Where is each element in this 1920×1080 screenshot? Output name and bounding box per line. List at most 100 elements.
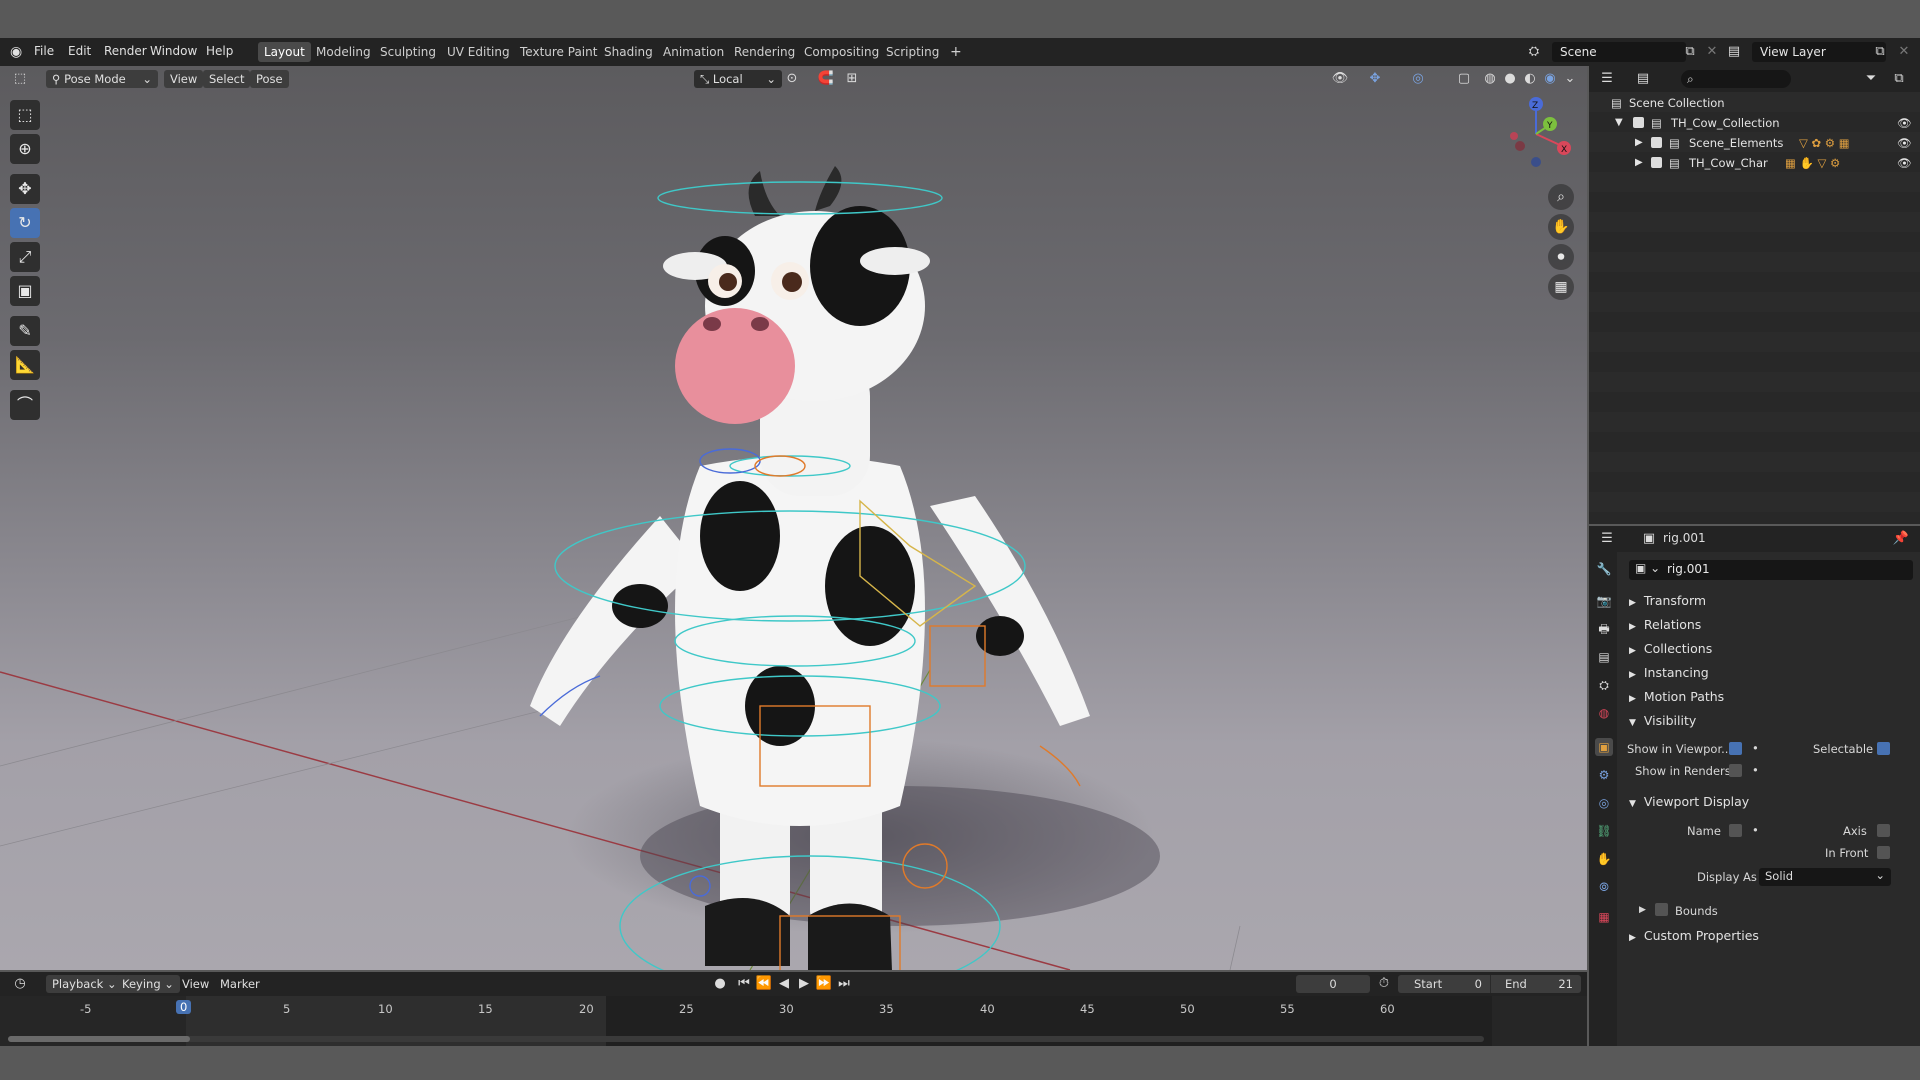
section-relations[interactable]: ▶ Relations [1629, 617, 1701, 632]
delete-scene-icon[interactable]: ✕ [1702, 42, 1722, 62]
gizmo-toggle-icon[interactable]: ✥ [1365, 69, 1385, 89]
keyframe-dot-icon[interactable]: • [1752, 763, 1759, 777]
keyframe-dot-icon[interactable]: • [1752, 823, 1759, 837]
blender-logo-icon[interactable]: ◉ [10, 44, 22, 60]
texture-tab-icon[interactable]: ▦ [1595, 908, 1613, 926]
eye-icon[interactable]: 👁 [1897, 133, 1912, 153]
section-custom-properties[interactable]: ▶ Custom Properties [1629, 928, 1759, 943]
tab-animation[interactable]: Animation [657, 42, 730, 62]
expand-right-icon[interactable]: ▶ [1635, 133, 1643, 153]
eye-icon[interactable]: 👁 [1897, 113, 1912, 133]
current-frame-indicator[interactable]: 0 [176, 1000, 192, 1014]
section-viewport-display[interactable]: ▼ Viewport Display [1629, 794, 1749, 809]
show-in-renders-checkbox[interactable] [1729, 764, 1742, 777]
relax-pose-tool-icon[interactable]: ⌒ [10, 390, 40, 420]
view-menu[interactable]: View [164, 70, 204, 88]
play-icon[interactable]: ▶ [794, 974, 814, 994]
delete-view-layer-icon[interactable]: ✕ [1894, 42, 1914, 62]
view-layer-tab-icon[interactable]: ▤ [1595, 648, 1613, 666]
add-workspace-button[interactable]: + [944, 42, 968, 62]
jump-keyframe-forward-icon[interactable]: ⏩ [814, 974, 834, 994]
timeline-view-menu[interactable]: View [176, 975, 215, 993]
bounds-checkbox[interactable] [1655, 903, 1668, 916]
start-frame-field[interactable]: Start 0 [1398, 975, 1490, 993]
pin-icon[interactable]: 📌 [1891, 529, 1911, 549]
expand-down-icon[interactable]: ▼ [1615, 113, 1623, 133]
tab-scripting[interactable]: Scripting [880, 42, 945, 62]
new-collection-icon[interactable]: ⧉ [1889, 69, 1909, 89]
move-tool-icon[interactable]: ✥ [10, 174, 40, 204]
overlay-toggle-icon[interactable]: ◎ [1408, 69, 1428, 89]
armature-data-tab-icon[interactable]: ✋ [1595, 850, 1613, 868]
material-shading-icon[interactable]: ◐ [1520, 69, 1540, 89]
timeline-scrollbar[interactable] [8, 1036, 1484, 1042]
rendered-shading-icon[interactable]: ◉ [1540, 69, 1560, 89]
stopwatch-icon[interactable]: ⏱ [1374, 974, 1394, 994]
view-layer-icon[interactable]: ▤ [1724, 42, 1744, 62]
expand-right-icon[interactable]: ▶ [1639, 905, 1646, 915]
scene-tab-icon[interactable]: ⛭ [1595, 676, 1613, 694]
tool-tab-icon[interactable]: 🔧 [1595, 560, 1613, 578]
section-instancing[interactable]: ▶ Instancing [1629, 665, 1709, 680]
exclude-checkbox[interactable] [1651, 157, 1662, 168]
tab-texture-paint[interactable]: Texture Paint [514, 42, 603, 62]
tab-sculpting[interactable]: Sculpting [374, 42, 442, 62]
current-frame-field[interactable]: 0 [1296, 975, 1370, 993]
marker-menu[interactable]: Marker [214, 975, 266, 993]
exclude-checkbox[interactable] [1633, 117, 1644, 128]
tab-shading[interactable]: Shading [598, 42, 659, 62]
show-in-viewport-checkbox[interactable] [1729, 742, 1742, 755]
menu-edit[interactable]: Edit [68, 44, 91, 58]
outliner-editor-type-icon[interactable]: ☰ [1597, 69, 1617, 89]
menu-help[interactable]: Help [206, 44, 233, 58]
outliner-search-input[interactable]: ⌕ [1681, 70, 1791, 88]
shading-options-icon[interactable]: ⌄ [1560, 69, 1580, 89]
filter-icon[interactable]: ⏷ [1861, 69, 1881, 89]
transform-tool-icon[interactable]: ▣ [10, 276, 40, 306]
outliner-row-th-cow-char[interactable]: ▶ ▤ TH_Cow_Char ▦ ✋ ▽ ⚙ 👁 [1589, 153, 1920, 173]
outliner-row-scene-collection[interactable]: ▤ Scene Collection [1589, 93, 1920, 113]
jump-start-icon[interactable]: ⏮ [734, 974, 754, 994]
section-visibility[interactable]: ▼ Visibility [1629, 713, 1696, 728]
mode-selector[interactable]: ⚲ Pose Mode ⌄ [46, 70, 158, 88]
menu-render[interactable]: Render [104, 44, 147, 58]
section-motion-paths[interactable]: ▶ Motion Paths [1629, 689, 1724, 704]
expand-right-icon[interactable]: ▶ [1635, 153, 1643, 173]
section-collections[interactable]: ▶ Collections [1629, 641, 1712, 656]
object-name-field[interactable]: ▣ ⌄ rig.001 [1629, 560, 1913, 580]
wireframe-shading-icon[interactable]: ◍ [1480, 69, 1500, 89]
tab-compositing[interactable]: Compositing [798, 42, 885, 62]
tab-layout[interactable]: Layout [258, 42, 311, 62]
visibility-icon[interactable]: 👁 [1330, 69, 1350, 89]
eye-icon[interactable]: 👁 [1897, 153, 1912, 173]
jump-end-icon[interactable]: ⏭ [834, 974, 854, 994]
record-icon[interactable]: ● [710, 974, 730, 994]
zoom-icon[interactable]: ⌕ [1548, 184, 1574, 210]
select-box-tool-icon[interactable]: ⬚ [10, 100, 40, 130]
snap-target-icon[interactable]: ⊞ [842, 69, 862, 89]
render-tab-icon[interactable]: 📷 [1595, 592, 1613, 610]
transform-orientation-selector[interactable]: ⤡ Local ⌄ [694, 70, 782, 88]
tab-modeling[interactable]: Modeling [310, 42, 377, 62]
playback-menu[interactable]: Playback ⌄ [46, 975, 123, 993]
new-view-layer-icon[interactable]: ⧉ [1870, 42, 1890, 62]
name-checkbox[interactable] [1729, 824, 1742, 837]
pivot-point-icon[interactable]: ⊙ [782, 69, 802, 89]
keying-menu[interactable]: Keying ⌄ [116, 975, 180, 993]
tab-rendering[interactable]: Rendering [728, 42, 801, 62]
section-transform[interactable]: ▶ Transform [1629, 593, 1706, 608]
menu-window[interactable]: Window [150, 44, 197, 58]
keyframe-dot-icon[interactable]: • [1752, 741, 1759, 755]
cursor-tool-icon[interactable]: ⊕ [10, 134, 40, 164]
snap-icon[interactable]: 🧲 [816, 69, 836, 89]
outliner-row-scene-elements[interactable]: ▶ ▤ Scene_Elements ▽ ✿ ⚙ ▦ 👁 [1589, 133, 1920, 153]
orthographic-grid-icon[interactable]: ▦ [1548, 274, 1574, 300]
scene-selector[interactable]: Scene [1552, 42, 1686, 62]
scale-tool-icon[interactable]: ⤢ [10, 242, 40, 272]
output-tab-icon[interactable]: 🖶 [1595, 620, 1613, 638]
camera-view-icon[interactable]: ⏺ [1548, 244, 1574, 270]
display-mode-icon[interactable]: ▤ [1633, 69, 1653, 89]
select-menu[interactable]: Select [203, 70, 251, 88]
navigation-gizmo[interactable]: Z X Y [1496, 92, 1576, 172]
bone-tab-icon[interactable]: ⦾ [1595, 878, 1613, 896]
